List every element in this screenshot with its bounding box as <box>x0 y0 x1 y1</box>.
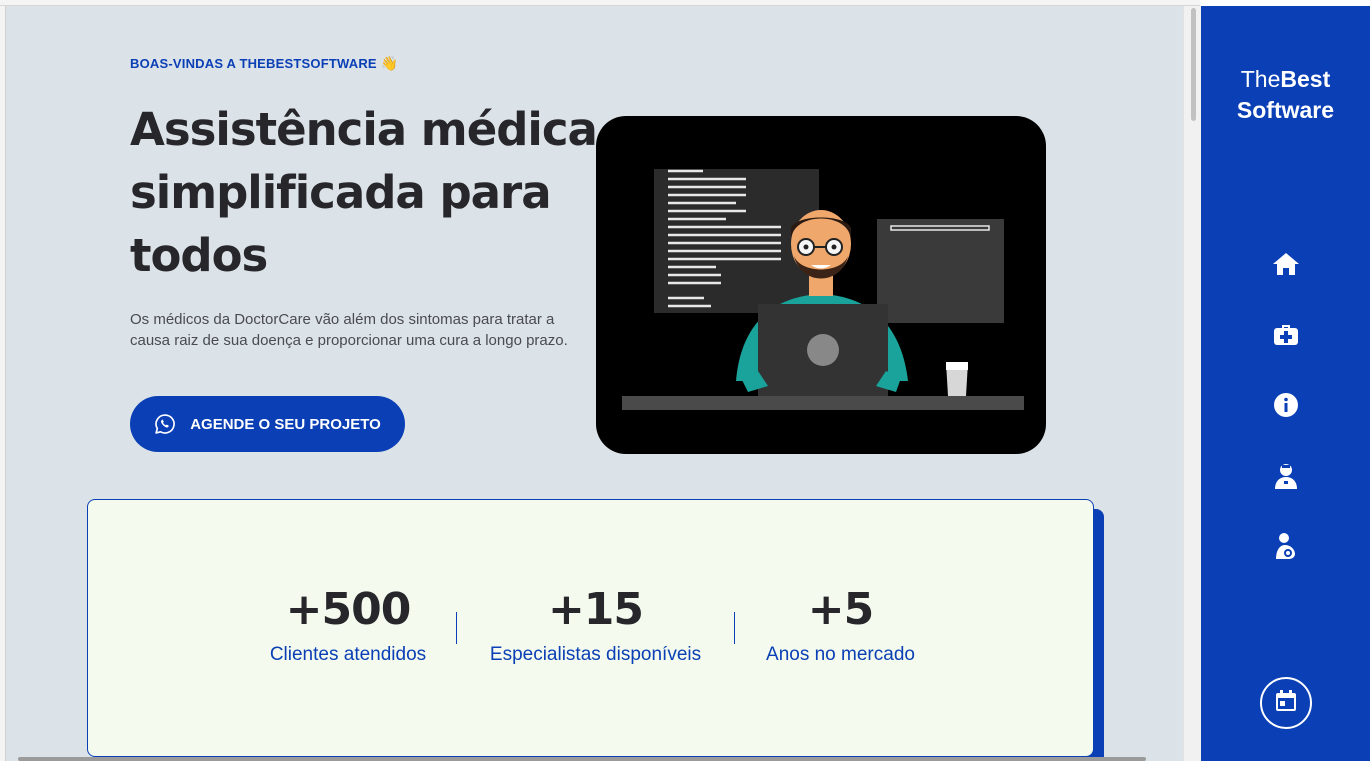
schedule-calendar-button[interactable] <box>1260 677 1312 729</box>
hero-illustration <box>596 116 1046 454</box>
stats-card: +500 Clientes atendidos +15 Especialista… <box>87 499 1094 757</box>
stat-clients: +500 Clientes atendidos <box>258 584 438 666</box>
hero-description: Os médicos da DoctorCare vão além dos si… <box>130 311 568 349</box>
logo-best: Best <box>1280 66 1331 92</box>
stat-specialists: +15 Especialistas disponíveis <box>478 584 713 666</box>
stat-value: +5 <box>807 584 874 635</box>
calendar-icon <box>1274 689 1298 717</box>
eyebrow-text: BOAS-VINDAS A THEBESTSOFTWARE <box>130 56 377 71</box>
stat-divider <box>734 612 735 644</box>
stat-label: Clientes atendidos <box>269 644 427 665</box>
info-icon[interactable] <box>1271 390 1301 420</box>
logo-the: The <box>1240 66 1281 92</box>
medkit-icon[interactable] <box>1271 319 1301 349</box>
stat-label: Anos no mercado <box>766 644 915 665</box>
vertical-scrollbar-thumb[interactable] <box>1191 8 1196 121</box>
vertical-scrollbar[interactable] <box>1183 6 1201 761</box>
sidebar: TheBest Software <box>1201 6 1370 761</box>
stat-divider <box>456 612 457 644</box>
doctor-icon[interactable] <box>1271 461 1301 491</box>
home-icon[interactable] <box>1271 249 1301 279</box>
schedule-project-button[interactable]: AGENDE O SEU PROJETO <box>130 396 405 452</box>
stat-value: +15 <box>547 584 644 635</box>
main-content: BOAS-VINDAS A THEBESTSOFTWARE 👋 Assistênc… <box>6 6 1183 761</box>
hero-headline: Assistência médica simplificada para tod… <box>130 103 598 282</box>
baby-care-icon[interactable] <box>1271 531 1301 561</box>
stat-value: +500 <box>285 584 412 635</box>
logo-software: Software <box>1236 97 1335 123</box>
logo[interactable]: TheBest Software <box>1201 64 1370 126</box>
whatsapp-icon <box>154 413 176 435</box>
stat-label: Especialistas disponíveis <box>489 644 702 665</box>
waving-hand-icon: 👋 <box>380 55 399 71</box>
cta-label: AGENDE O SEU PROJETO <box>190 415 381 433</box>
hero-eyebrow: BOAS-VINDAS A THEBESTSOFTWARE 👋 <box>130 55 398 72</box>
stat-years: +5 Anos no mercado <box>753 584 928 666</box>
horizontal-scrollbar[interactable] <box>18 757 1146 761</box>
